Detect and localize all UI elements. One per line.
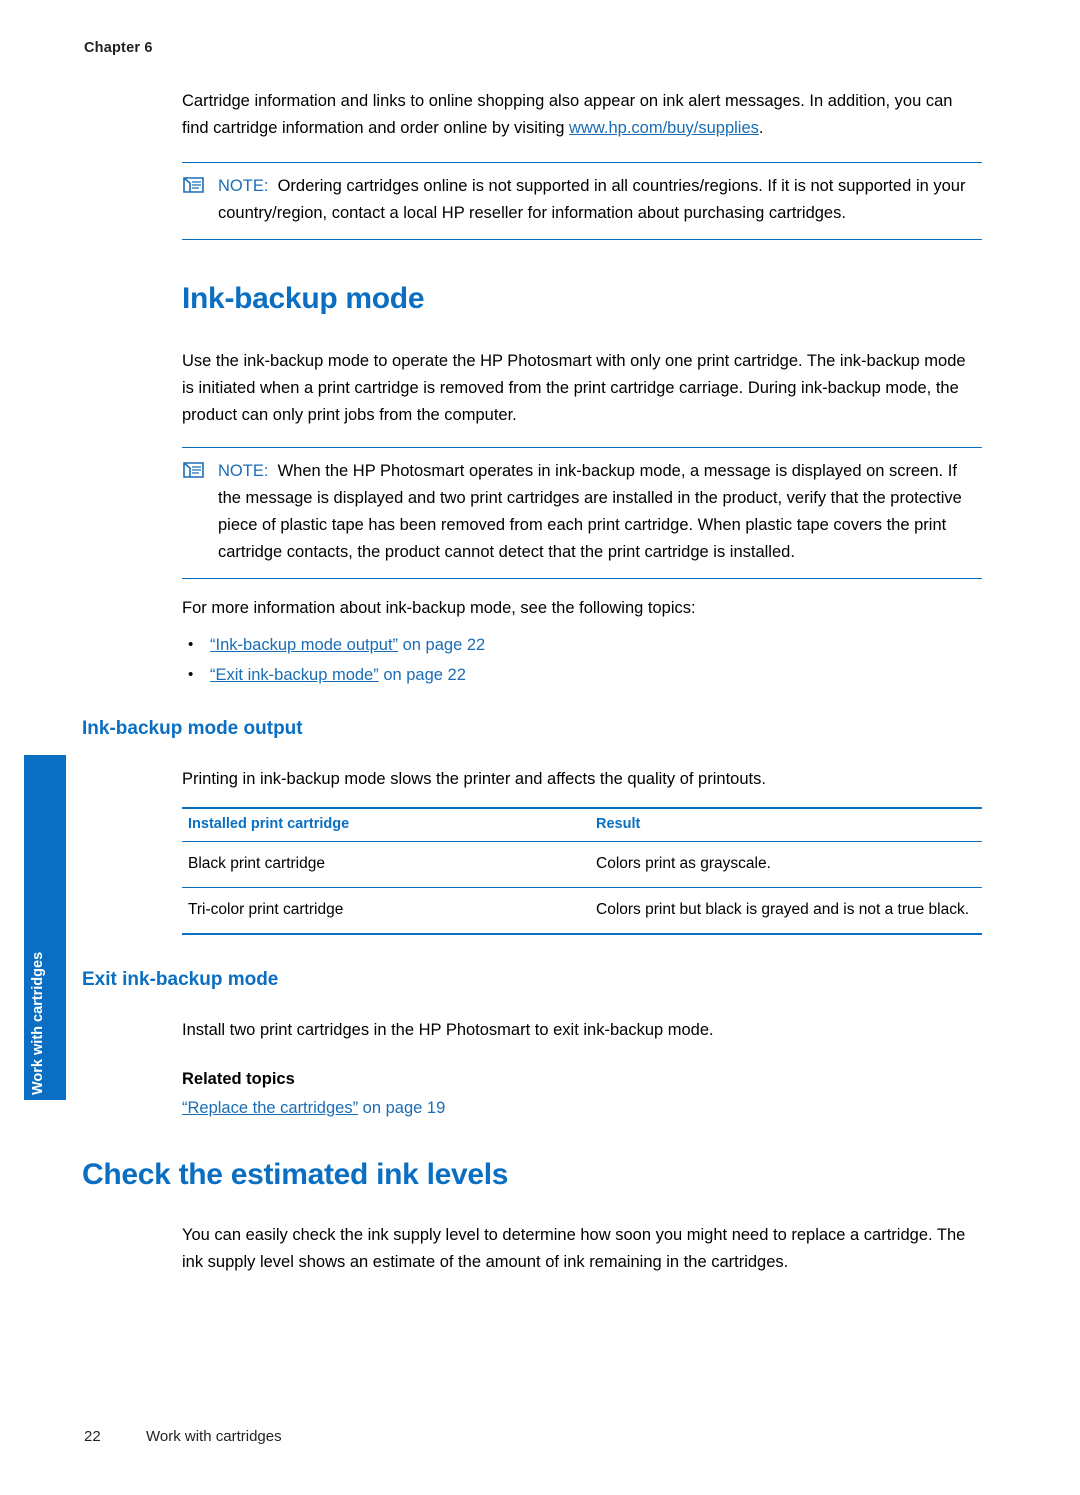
table-cell: Tri-color print cartridge xyxy=(182,887,590,935)
topic-link-page: on page 22 xyxy=(398,636,486,654)
table-row: Tri-color print cartridge Colors print b… xyxy=(182,887,982,935)
chapter-label: Chapter 6 xyxy=(84,40,153,56)
table-cell: Colors print but black is grayed and is … xyxy=(590,887,982,935)
list-item[interactable]: “Ink-backup mode output” on page 22 xyxy=(182,630,982,660)
intro-paragraph: Cartridge information and links to onlin… xyxy=(182,88,982,142)
related-topic-link-paragraph: “Replace the cartridges” on page 19 xyxy=(182,1095,982,1122)
table-row: Black print cartridge Colors print as gr… xyxy=(182,841,982,888)
intro-text-1: Cartridge information and links to onlin… xyxy=(182,92,953,137)
note-keyword: NOTE: xyxy=(218,462,269,480)
ink-backup-paragraph: Use the ink-backup mode to operate the H… xyxy=(182,352,966,424)
note-text: When the HP Photosmart operates in ink-b… xyxy=(218,462,962,561)
note-icon xyxy=(182,175,206,197)
more-info-paragraph: For more information about ink-backup mo… xyxy=(182,599,696,617)
note-keyword: NOTE: xyxy=(218,177,269,195)
table-header-cell: Result xyxy=(590,807,982,842)
topics-list: “Ink-backup mode output” on page 22 “Exi… xyxy=(182,630,982,690)
side-tab-label: Work with cartridges xyxy=(30,951,46,1095)
topic-link-quoted: “Ink-backup mode output” xyxy=(210,636,399,654)
heading-ink-backup-mode-output: Ink-backup mode output xyxy=(82,718,303,739)
intro-text-2: . xyxy=(758,119,764,137)
related-topic-link-page: on page 19 xyxy=(358,1099,446,1117)
related-topics-heading: Related topics xyxy=(182,1070,295,1088)
heading-exit-ink-backup-mode: Exit ink-backup mode xyxy=(82,969,279,990)
check-ink-paragraph: You can easily check the ink supply leve… xyxy=(182,1226,966,1271)
hp-supplies-link[interactable]: www.hp.com/buy/supplies xyxy=(569,119,759,137)
exit-paragraph: Install two print cartridges in the HP P… xyxy=(182,1021,714,1039)
note-content: NOTE: When the HP Photosmart operates in… xyxy=(182,458,982,566)
table-header-cell: Installed print cartridge xyxy=(182,807,590,842)
footer-page-number: 22 xyxy=(84,1428,101,1445)
topic-link-quoted: “Exit ink-backup mode” xyxy=(210,666,379,684)
page-content: Cartridge information and links to onlin… xyxy=(82,88,982,1276)
output-paragraph: Printing in ink-backup mode slows the pr… xyxy=(182,770,766,788)
table-cell: Colors print as grayscale. xyxy=(590,841,982,888)
ink-backup-output-table: Installed print cartridge Result Black p… xyxy=(182,807,982,935)
table-header-row: Installed print cartridge Result xyxy=(182,807,982,842)
note-text: Ordering cartridges online is not suppor… xyxy=(218,177,966,222)
table-cell: Black print cartridge xyxy=(182,841,590,888)
topic-link-page: on page 22 xyxy=(378,666,466,684)
related-topic-link[interactable]: “Replace the cartridges” xyxy=(182,1099,358,1117)
note-box-ink-backup: NOTE: When the HP Photosmart operates in… xyxy=(182,447,982,579)
heading-check-estimated-ink-levels: Check the estimated ink levels xyxy=(82,1158,509,1191)
topic-link-exit[interactable]: “Exit ink-backup mode” on page 22 xyxy=(210,666,466,684)
list-item[interactable]: “Exit ink-backup mode” on page 22 xyxy=(182,660,982,690)
note-content: NOTE: Ordering cartridges online is not … xyxy=(182,173,982,227)
note-icon xyxy=(182,460,206,482)
heading-ink-backup-mode: Ink-backup mode xyxy=(182,282,425,315)
note-box-ordering: NOTE: Ordering cartridges online is not … xyxy=(182,162,982,240)
topic-link-output[interactable]: “Ink-backup mode output” on page 22 xyxy=(210,636,485,654)
footer-section-title: Work with cartridges xyxy=(146,1428,282,1445)
